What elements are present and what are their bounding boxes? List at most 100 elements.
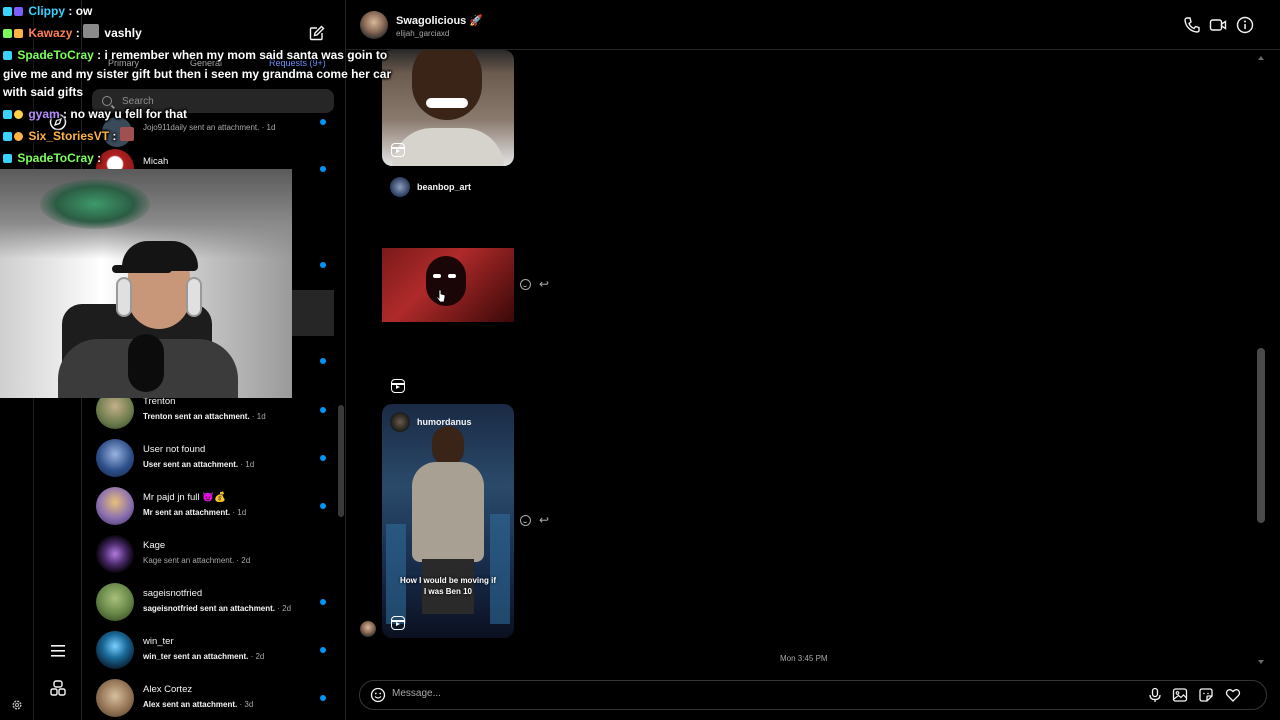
scroll-up-icon[interactable] — [1258, 56, 1264, 60]
conversation-time: · 2d — [250, 652, 265, 661]
badge-icon — [3, 132, 12, 141]
chat-mention: vashly — [104, 26, 142, 40]
conversation-pane: Swagolicious 🚀 elijah_garciaxd beanbop_a… — [347, 0, 1280, 720]
unread-dot — [320, 358, 326, 364]
avatar — [96, 583, 134, 621]
emoji-icon[interactable] — [370, 687, 386, 703]
emoji-react-icon[interactable] — [520, 515, 531, 526]
heart-icon[interactable] — [1225, 687, 1241, 703]
chat-message: Kawazy : vashly — [3, 23, 142, 43]
unread-dot — [320, 695, 326, 701]
avatar — [96, 631, 134, 669]
contact-name[interactable]: Swagolicious 🚀 — [396, 14, 483, 27]
chat-text: : i remember when my mom said santa was … — [97, 48, 388, 62]
message-composer — [359, 680, 1267, 710]
reel-icon — [391, 143, 405, 157]
reel-icon — [391, 379, 405, 393]
threads-icon[interactable] — [48, 678, 68, 698]
conversation-time: · 2d — [236, 556, 251, 565]
shared-reel[interactable]: humordanus How I would be moving if I wa… — [382, 404, 514, 638]
conversation-name: Alex Cortez — [143, 684, 193, 695]
settings-icon[interactable] — [9, 697, 25, 713]
reply-icon[interactable]: ↩ — [539, 514, 549, 526]
emoji-react-icon[interactable] — [520, 279, 531, 290]
info-icon[interactable] — [1236, 16, 1254, 34]
chat-username: gyam — [28, 107, 60, 121]
conversation-preview: Alex sent an attachment. — [143, 700, 238, 709]
phone-icon[interactable] — [1183, 16, 1201, 34]
badge-icon — [3, 154, 12, 163]
chat-text: : — [75, 26, 80, 40]
conversation-row[interactable]: Alex Cortez Alex sent an attachment. · 3… — [82, 675, 334, 720]
contact-username: elijah_garciaxd — [396, 29, 450, 38]
conversation-row[interactable]: win_ter win_ter sent an attachment. · 2d — [82, 627, 334, 675]
chat-message-continuation: with said gifts — [3, 85, 84, 99]
emote-icon — [119, 127, 134, 141]
badge-icon — [14, 110, 23, 119]
unread-dot — [320, 503, 326, 509]
chat-message: Six_StoriesVT : — [3, 126, 136, 146]
conversation-row[interactable]: sageisnotfried sageisnotfried sent an at… — [82, 579, 334, 627]
badge-icon — [14, 7, 23, 16]
badge-icon — [3, 110, 12, 119]
conversation-name: sageisnotfried — [143, 588, 203, 599]
conversation-time: · 3d — [239, 700, 254, 709]
conversation-row[interactable]: Kage Kage sent an attachment. · 2d — [82, 531, 334, 579]
chat-message: gyam : no way u fell for that — [3, 104, 187, 124]
chat-message: Clippy : ow — [3, 1, 92, 21]
chat-username: Six_StoriesVT — [28, 129, 110, 143]
sticker-icon[interactable] — [1198, 687, 1214, 703]
conversation-name: win_ter — [143, 636, 174, 647]
menu-icon[interactable] — [48, 641, 68, 661]
conversation-time: · 2d — [277, 604, 292, 613]
badge-icon — [3, 51, 12, 60]
conversation-name: Mr pajd jn full 😈💰 — [143, 492, 226, 503]
scroll-down-icon[interactable] — [1258, 660, 1264, 664]
avatar — [96, 535, 134, 573]
badge-icon — [3, 7, 12, 16]
reply-icon[interactable]: ↩ — [539, 278, 549, 290]
conversation-preview: sageisnotfried sent an attachment. — [143, 604, 276, 613]
chat-username: Clippy — [28, 4, 66, 18]
unread-dot — [320, 407, 326, 413]
conversation-name: Kage — [143, 540, 166, 551]
avatar — [96, 679, 134, 717]
webcam-overlay — [0, 169, 292, 398]
avatar — [96, 439, 134, 477]
chat-text: : — [97, 151, 102, 165]
microphone-icon[interactable] — [1147, 687, 1163, 703]
chat-message: SpadeToCray : i remember when my mom sai… — [3, 45, 387, 65]
shared-user[interactable]: beanbop_art — [390, 177, 471, 197]
emote-icon — [83, 24, 100, 38]
message-actions: ↩ — [520, 278, 549, 290]
video-icon[interactable] — [1209, 16, 1227, 34]
conversation-row[interactable]: Mr pajd jn full 😈💰 Mr sent an attachment… — [82, 483, 334, 531]
chat-text: : no way u fell for that — [63, 107, 188, 121]
chat-message-continuation: give me and my sister gift but then i se… — [3, 67, 392, 81]
compose-icon[interactable] — [308, 24, 326, 42]
shared-image[interactable] — [382, 248, 514, 322]
shared-username: beanbop_art — [417, 182, 472, 192]
conversation-time: · 1d — [261, 123, 276, 132]
conversation-preview: win_ter sent an attachment. — [143, 652, 249, 661]
chat-text: : — [112, 129, 117, 143]
unread-dot — [320, 262, 326, 268]
chat-text: : ow — [68, 4, 93, 18]
shared-username: humordanus — [417, 417, 472, 427]
chat-username: Kawazy — [28, 26, 73, 40]
conversation-time: · 1d — [251, 412, 266, 421]
conversation-scrollbar[interactable] — [1257, 348, 1265, 523]
avatar — [390, 177, 410, 197]
shared-reel[interactable] — [382, 50, 514, 166]
conversation-time: · 1d — [232, 508, 247, 517]
message-input[interactable] — [392, 688, 1092, 699]
reel-caption: How I would be moving if I was Ben 10 — [400, 576, 496, 596]
shared-user[interactable]: humordanus — [390, 412, 472, 432]
conversation-row[interactable]: User not found User sent an attachment. … — [82, 435, 334, 483]
inbox-scrollbar[interactable] — [338, 405, 344, 517]
image-icon[interactable] — [1172, 687, 1188, 703]
avatar — [390, 412, 410, 432]
unread-dot — [320, 455, 326, 461]
avatar[interactable] — [360, 11, 388, 39]
conversation-preview: Mr sent an attachment. — [143, 508, 231, 517]
